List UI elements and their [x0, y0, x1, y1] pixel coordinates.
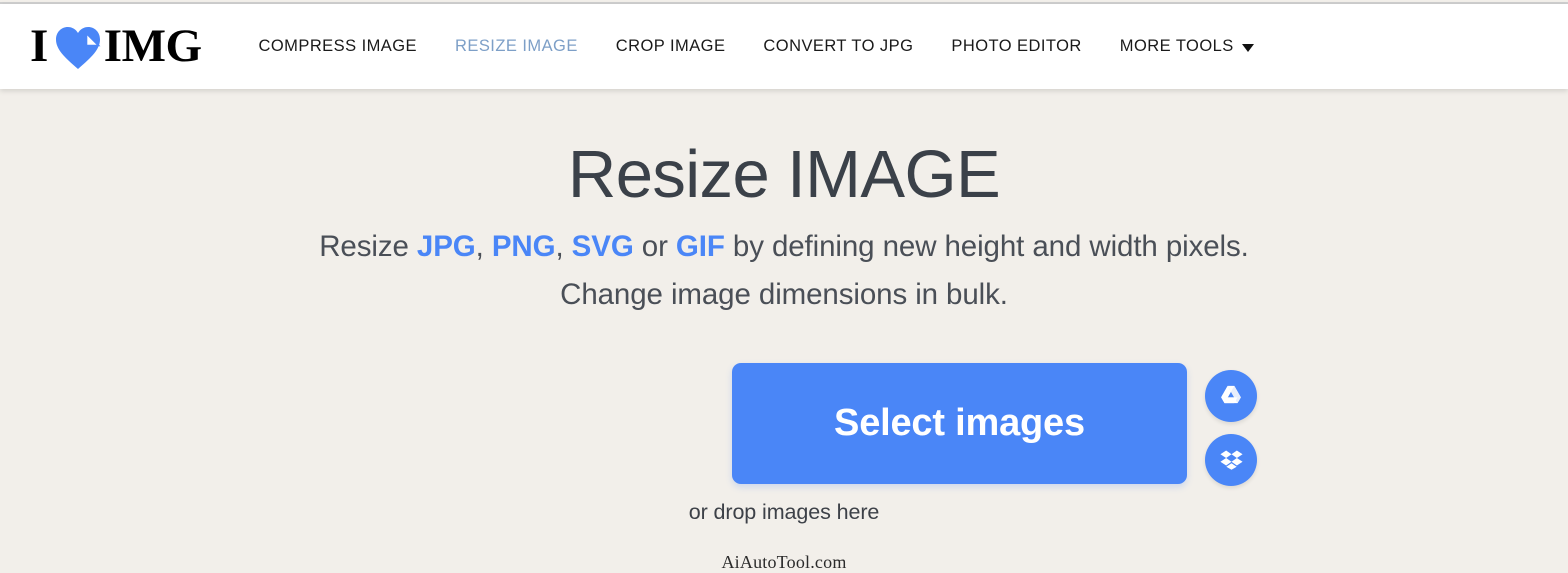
nav-label: RESIZE IMAGE: [455, 37, 578, 56]
heart-image-icon: [55, 26, 101, 70]
page-subtitle: Resize JPG, PNG, SVG or GIF by defining …: [0, 212, 1568, 319]
nav-label: PHOTO EDITOR: [951, 37, 1082, 56]
nav-item-crop-image[interactable]: CROP IMAGE: [597, 38, 745, 55]
page-title: Resize IMAGE: [567, 137, 1001, 212]
drop-images-hint: or drop images here: [688, 500, 880, 524]
watermark-text: AiAutoTool.com: [721, 552, 847, 572]
watermark: AiAutoTool.com: [0, 552, 1568, 573]
format-link-gif[interactable]: GIF: [676, 230, 725, 263]
nav-label: MORE TOOLS: [1119, 37, 1234, 56]
nav-item-compress-image[interactable]: COMPRESS IMAGE: [240, 38, 437, 55]
dropbox-button[interactable]: [1205, 434, 1257, 486]
nav-item-photo-editor[interactable]: PHOTO EDITOR: [932, 38, 1100, 55]
format-link-svg[interactable]: SVG: [572, 230, 634, 263]
google-drive-button[interactable]: [1205, 370, 1257, 422]
subtitle-line2: Change image dimensions in bulk.: [560, 278, 1008, 311]
google-drive-icon: [1218, 382, 1244, 411]
nav-label: COMPRESS IMAGE: [258, 37, 418, 56]
nav-item-more-tools[interactable]: MORE TOOLS: [1101, 38, 1273, 55]
format-link-jpg[interactable]: JPG: [417, 230, 476, 263]
site-header: I IMG COMPRESS IMAGE RESIZE IMAGE CROP I…: [0, 4, 1568, 89]
logo-text-right: IMG: [103, 20, 202, 72]
main-navigation: COMPRESS IMAGE RESIZE IMAGE CROP IMAGE C…: [240, 4, 1273, 89]
subtitle-sep-3: or: [633, 230, 676, 263]
cloud-import-buttons: [1205, 370, 1257, 486]
subtitle-sep-1: ,: [475, 230, 492, 263]
main-content: Resize IMAGE Resize JPG, PNG, SVG or GIF…: [0, 89, 1568, 573]
nav-label: CONVERT TO JPG: [763, 37, 914, 56]
select-images-button[interactable]: Select images: [732, 363, 1187, 484]
format-link-png[interactable]: PNG: [492, 230, 556, 263]
nav-item-resize-image[interactable]: RESIZE IMAGE: [436, 38, 597, 55]
subtitle-sep-4: [725, 230, 733, 263]
nav-item-convert-to-jpg[interactable]: CONVERT TO JPG: [744, 38, 932, 55]
nav-label: CROP IMAGE: [615, 37, 726, 56]
chevron-down-icon: [1241, 43, 1254, 52]
subtitle-lead: Resize: [319, 230, 417, 263]
select-images-row: Select images: [0, 363, 1568, 486]
subtitle-sep-2: ,: [555, 230, 572, 263]
site-logo[interactable]: I IMG: [30, 17, 202, 77]
dropbox-icon: [1219, 446, 1244, 474]
page-root: I IMG COMPRESS IMAGE RESIZE IMAGE CROP I…: [0, 0, 1568, 573]
logo-text-left: I: [30, 20, 48, 72]
subtitle-tail-line1: by defining new height and width pixels.: [732, 230, 1249, 263]
